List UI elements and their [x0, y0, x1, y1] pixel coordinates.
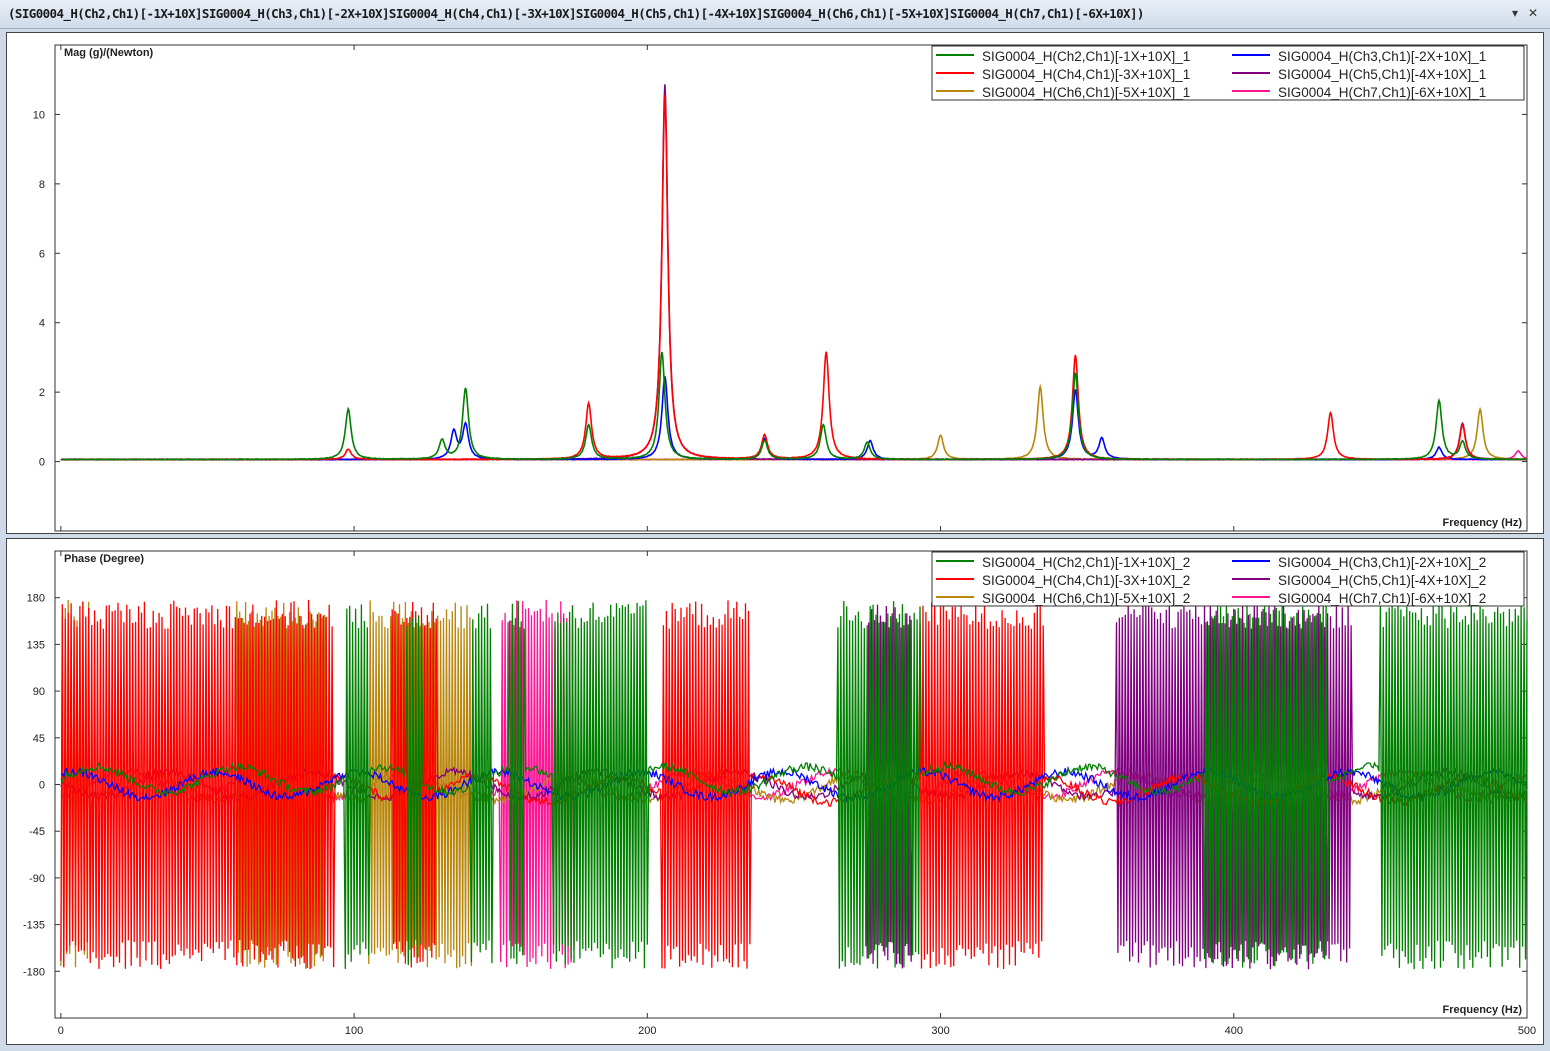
window-title: (SIG0004_H(Ch2,Ch1)[-1X+10X]SIG0004_H(Ch…: [8, 6, 1144, 21]
series-line: [60, 383, 1528, 461]
chevron-down-icon[interactable]: ▾: [1508, 5, 1522, 21]
y-axis-label: Mag (g)/(Newton): [64, 47, 154, 59]
series-line: [60, 94, 1528, 461]
legend-entry: SIG0004_H(Ch3,Ch1)[-2X+10X]_2: [1278, 555, 1486, 570]
y-tick-label: 90: [33, 686, 45, 698]
y-tick-label: 45: [33, 733, 45, 745]
legend-entry: SIG0004_H(Ch5,Ch1)[-4X+10X]_2: [1278, 573, 1486, 588]
legend-entry: SIG0004_H(Ch7,Ch1)[-6X+10X]_1: [1278, 85, 1486, 100]
magnitude-panel: 0 2 4 6 8 10 Mag (g)/(Newton) Frequency (Hz) SIG…: [6, 32, 1544, 534]
y-tick-label: 135: [27, 639, 45, 651]
phase-panel: 180 135 90 45 0 -45 -90 -135 -180 0 100 200 300 400 50…: [6, 538, 1544, 1045]
legend-entry: SIG0004_H(Ch6,Ch1)[-5X+10X]_2: [982, 591, 1190, 606]
legend-entry: SIG0004_H(Ch4,Ch1)[-3X+10X]_1: [982, 67, 1190, 82]
y-tick-label: 180: [27, 593, 45, 605]
legend-entry: SIG0004_H(Ch3,Ch1)[-2X+10X]_1: [1278, 49, 1486, 64]
series-line: [60, 376, 1528, 461]
legend-entry: SIG0004_H(Ch7,Ch1)[-6X+10X]_2: [1278, 591, 1486, 606]
y-tick-label: 6: [39, 248, 45, 260]
legend-entry: SIG0004_H(Ch6,Ch1)[-5X+10X]_1: [982, 85, 1190, 100]
y-tick-label: 10: [33, 109, 45, 121]
y-tick-label: -45: [29, 826, 45, 838]
x-tick-label: 300: [931, 1025, 949, 1037]
legend-entry: SIG0004_H(Ch2,Ch1)[-1X+10X]_2: [982, 555, 1190, 570]
y-tick-label: -90: [29, 873, 45, 885]
y-axis-label: Phase (Degree): [64, 553, 144, 565]
x-tick-label: 500: [1518, 1025, 1536, 1037]
magnitude-chart: 0 2 4 6 8 10 Mag (g)/(Newton) Frequency (Hz) SIG…: [33, 44, 1528, 532]
x-tick-label: 100: [345, 1025, 363, 1037]
window-titlebar: (SIG0004_H(Ch2,Ch1)[-1X+10X]SIG0004_H(Ch…: [0, 0, 1550, 29]
y-tick-label: -180: [23, 966, 45, 978]
y-tick-label: 4: [39, 318, 45, 330]
x-axis-label: Frequency (Hz): [1443, 1004, 1523, 1016]
y-tick-label: 0: [39, 457, 45, 469]
y-tick-label: 0: [39, 780, 45, 792]
x-tick-label: 0: [58, 1025, 64, 1037]
x-axis-label: Frequency (Hz): [1443, 517, 1523, 529]
series-line: [60, 84, 1528, 461]
y-tick-label: -135: [23, 920, 45, 932]
x-tick-label: 400: [1225, 1025, 1243, 1037]
legend-entry: SIG0004_H(Ch4,Ch1)[-3X+10X]_2: [982, 573, 1190, 588]
y-tick-label: 2: [39, 387, 45, 399]
legend-entry: SIG0004_H(Ch2,Ch1)[-1X+10X]_1: [982, 49, 1190, 64]
x-tick-label: 200: [638, 1025, 656, 1037]
legend-entry: SIG0004_H(Ch5,Ch1)[-4X+10X]_1: [1278, 67, 1486, 82]
y-tick-label: 8: [39, 179, 45, 191]
series-line: [60, 351, 1528, 461]
close-icon[interactable]: ✕: [1526, 5, 1540, 21]
phase-chart: 180 135 90 45 0 -45 -90 -135 -180 0 100 200 300 400 50…: [23, 550, 1536, 1037]
